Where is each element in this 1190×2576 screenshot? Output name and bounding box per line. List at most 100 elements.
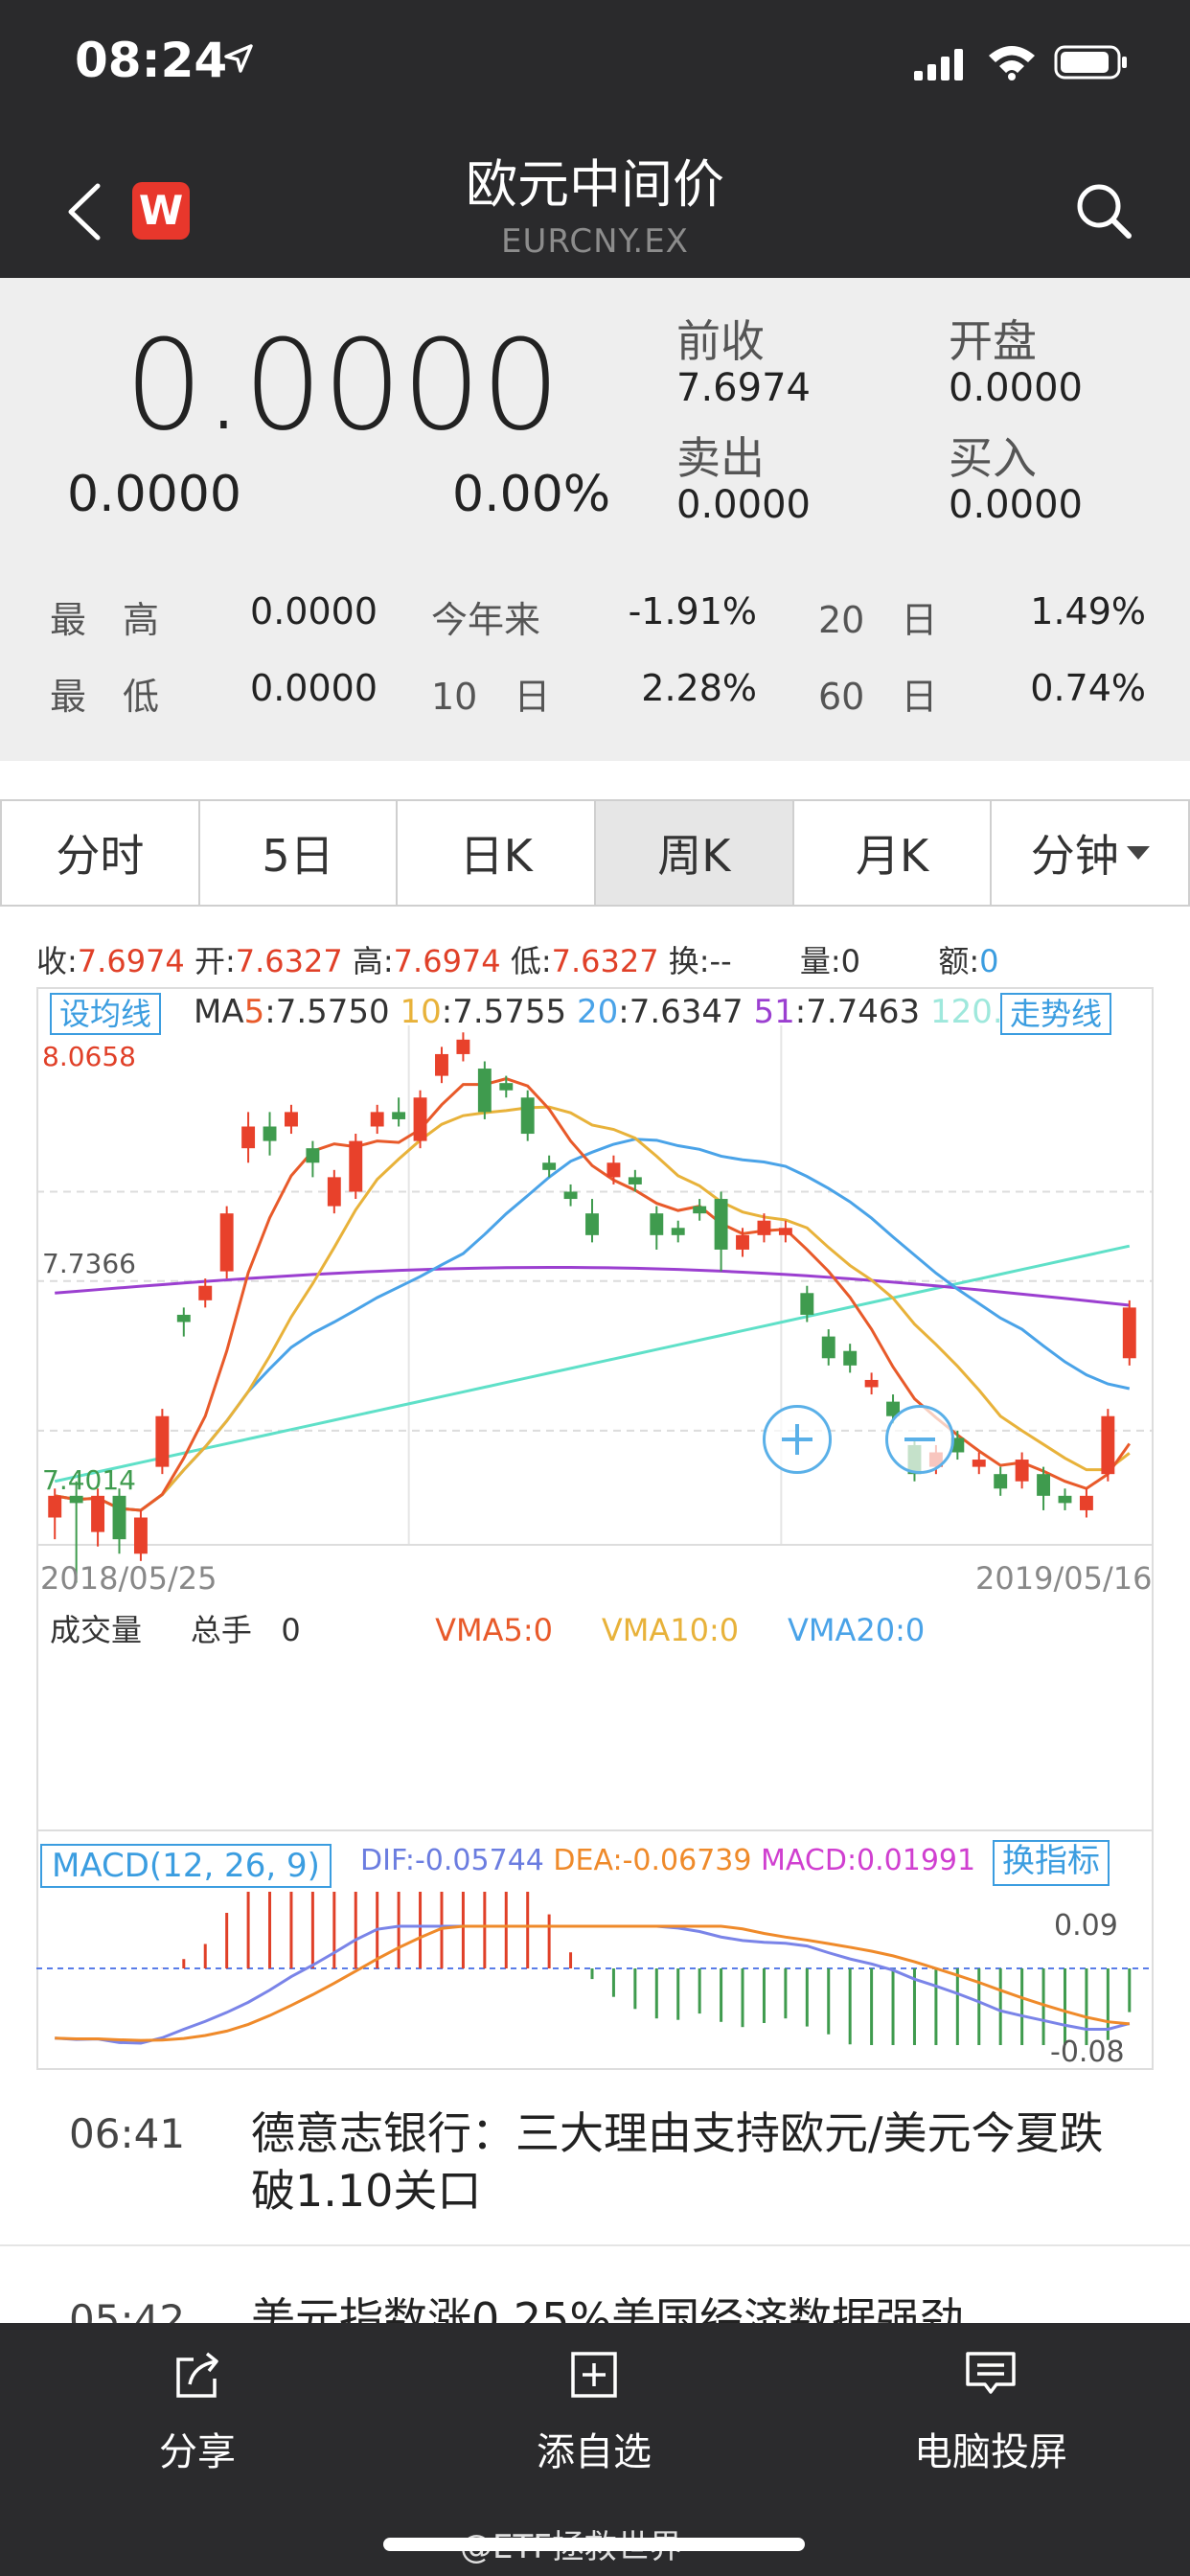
vma10-value: :0 [708, 1612, 740, 1648]
low-label: 低: [510, 943, 552, 979]
news-item[interactable]: 06:41 德意志银行：三大理由支持欧元/美元今夏跌破1.10关口 [0, 2087, 1190, 2246]
candle-body [219, 1213, 234, 1272]
macd-indicator-label[interactable]: MACD(12, 26, 9) [40, 1844, 332, 1888]
share-icon [176, 2352, 218, 2398]
ma10-line [54, 1105, 1131, 1512]
plus-icon [782, 1424, 812, 1455]
candle-body [736, 1234, 749, 1250]
tab-label: 月K [855, 830, 929, 882]
tab-minute[interactable]: 分钟 [992, 801, 1189, 905]
candle-body [285, 1112, 298, 1127]
candle-body [241, 1126, 256, 1149]
candle-body [650, 1213, 664, 1235]
stat-label: 60 日 [818, 676, 938, 718]
zoom-out-button[interactable] [885, 1405, 954, 1474]
screen-cast-button[interactable]: 电脑投屏 [847, 2346, 1134, 2476]
app-root: 08:24 W 欧元中间价 EURCNY.EX 0.0000 0.0000 0.… [0, 0, 1190, 2576]
share-button[interactable]: 分享 [54, 2346, 341, 2476]
candle-body [757, 1220, 771, 1235]
candle-body [1058, 1495, 1072, 1504]
candle-body [413, 1097, 427, 1141]
add-square-icon [571, 2352, 617, 2398]
battery-icon [1054, 45, 1127, 80]
candle-body [972, 1460, 986, 1467]
ma20-value: :7.6347 [618, 993, 744, 1031]
candle-body [714, 1199, 728, 1250]
ma51-period: 51 [753, 993, 795, 1031]
candle-body [349, 1140, 363, 1192]
share-label: 分享 [159, 2430, 236, 2474]
candle-body [306, 1148, 320, 1163]
candle-body [1122, 1307, 1136, 1359]
macd-values: DIF:-0.05744 DEA:-0.06739 MACD:0.01991 [360, 1844, 975, 1877]
ma10-period: 10 [400, 993, 442, 1031]
end-date-label: 2019/05/16 [975, 1560, 1153, 1597]
dropdown-caret-icon [1126, 846, 1150, 860]
ma51-line [55, 1265, 1130, 1307]
status-time: 08:24 [75, 33, 228, 88]
quote-panel: 0.0000 0.0000 0.00% 前收 7.6974 开盘 0.0000 … [0, 278, 1190, 761]
wifi-icon [989, 46, 1035, 80]
trend-line-button[interactable]: 走势线 [1000, 993, 1112, 1035]
stat-value: 0.0000 [250, 590, 378, 632]
tab-label: 周K [657, 830, 731, 882]
watermark: @ETF拯救世界 [460, 2528, 682, 2566]
k-line-chart[interactable] [36, 987, 1154, 2070]
low-value: 7.6327 [551, 943, 659, 979]
period-tabs: 分时 5日 日K 周K 月K 分钟 [0, 799, 1190, 907]
axis-mid-label: 7.7366 [42, 1248, 136, 1279]
open-value: 0.0000 [949, 366, 1083, 410]
macd-value: MACD:0.01991 [761, 1844, 976, 1877]
dif-value: DIF:-0.05744 [360, 1844, 544, 1877]
add-watchlist-button[interactable]: 添自选 [450, 2346, 738, 2476]
candle-body [69, 1495, 83, 1504]
add-label: 添自选 [537, 2430, 652, 2474]
news-headline: 德意志银行：三大理由支持欧元/美元今夏跌破1.10关口 [251, 2107, 1104, 2217]
tab-5day[interactable]: 5日 [199, 801, 399, 905]
tab-daily-k[interactable]: 日K [398, 801, 597, 905]
candle-body [456, 1039, 470, 1054]
hands-label: 总手 [190, 1612, 252, 1648]
open-label: 开盘 [949, 315, 1037, 367]
dea-value: DEA:-0.06739 [553, 1844, 752, 1877]
candle-body [499, 1083, 514, 1091]
vma20-label: VMA20 [787, 1612, 896, 1648]
set-ma-button[interactable]: 设均线 [50, 993, 162, 1035]
candle-body [91, 1495, 105, 1532]
ma51-value: :7.7463 [794, 993, 921, 1031]
zoom-in-button[interactable] [763, 1405, 832, 1474]
ohlc-info: 收:7.6974 开:7.6327 高:7.6974 低:7.6327 换:--… [36, 937, 999, 981]
candle-body [585, 1213, 599, 1235]
ma-values: MA5:7.5750 10:7.5755 20:7.6347 51:7.7463… [194, 993, 1023, 1031]
stat-value: 2.28% [641, 667, 757, 709]
macd-top-label: 0.09 [1054, 1909, 1118, 1943]
ma20-period: 20 [576, 993, 619, 1031]
stat-label: 最 高 [50, 599, 160, 641]
search-icon[interactable] [1073, 180, 1134, 242]
tab-monthly-k[interactable]: 月K [793, 801, 993, 905]
tab-label: 分钟 [1030, 830, 1119, 882]
stat-label: 20 日 [818, 599, 938, 641]
candle-body [542, 1162, 557, 1170]
candle-body [477, 1069, 492, 1113]
price-change-pct: 0.00% [452, 466, 611, 523]
candle-body [778, 1228, 792, 1235]
amount-value: 0 [979, 943, 999, 979]
dif-line [55, 1924, 1131, 2045]
minus-icon [904, 1438, 935, 1441]
tab-label: 分时 [56, 830, 145, 882]
prev-close-value: 7.6974 [676, 366, 811, 410]
candle-body [263, 1126, 277, 1141]
tab-label: 5日 [262, 830, 334, 882]
switch-indicator-button[interactable]: 换指标 [993, 1840, 1110, 1886]
tab-weekly-k[interactable]: 周K [596, 801, 794, 905]
prev-close-label: 前收 [676, 315, 765, 367]
current-price: 0.0000 [125, 312, 561, 458]
tab-intraday[interactable]: 分时 [2, 801, 200, 905]
candle-body [435, 1053, 448, 1076]
candle-body [48, 1495, 62, 1518]
volume-value: 0 [840, 943, 860, 979]
candle-body [133, 1517, 148, 1554]
candle-body [994, 1474, 1008, 1489]
screen-cast-icon [966, 2352, 1016, 2394]
